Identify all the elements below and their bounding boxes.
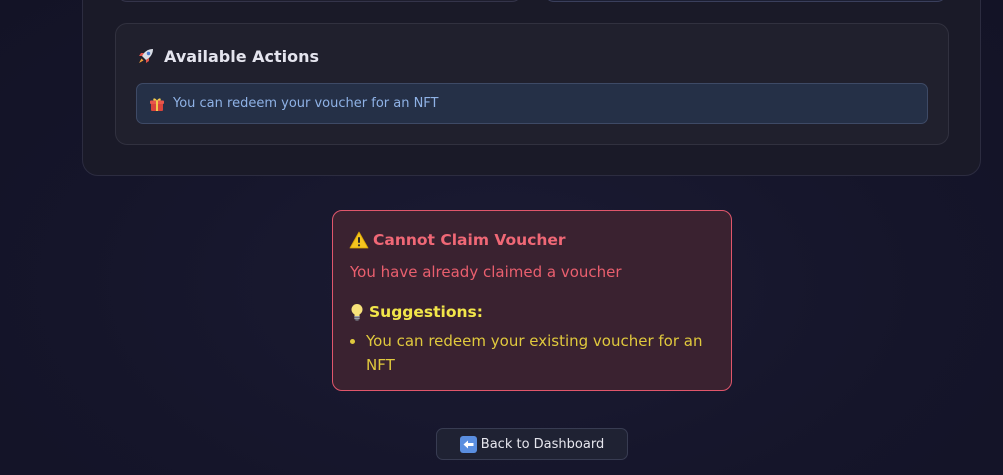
gift-icon	[149, 96, 165, 112]
action-item-label: You can redeem your voucher for an NFT	[173, 96, 439, 111]
suggestions-heading: Suggestions:	[350, 303, 483, 321]
action-item-redeem[interactable]: You can redeem your voucher for an NFT	[136, 83, 928, 124]
back-to-dashboard-button[interactable]: Back to Dashboard	[436, 428, 628, 460]
error-message: You have already claimed a voucher	[350, 263, 622, 281]
rocket-icon	[136, 46, 156, 66]
bullet-icon	[350, 339, 355, 344]
info-card-right	[544, 0, 947, 2]
warning-icon	[349, 231, 369, 249]
error-title: Cannot Claim Voucher	[373, 231, 566, 249]
suggestions-title: Suggestions:	[369, 303, 483, 321]
back-arrow-icon	[459, 435, 477, 453]
lightbulb-icon	[350, 303, 364, 321]
suggestion-item: You can redeem your existing voucher for…	[347, 329, 707, 377]
suggestions-list: You can redeem your existing voucher for…	[347, 329, 707, 377]
page: Available Actions You can redeem your vo…	[0, 0, 1003, 475]
back-button-label: Back to Dashboard	[480, 436, 605, 452]
error-alert: Cannot Claim Voucher You have already cl…	[332, 210, 732, 391]
available-actions-heading: Available Actions	[136, 46, 319, 66]
available-actions-title: Available Actions	[164, 46, 320, 66]
available-actions-card: Available Actions You can redeem your vo…	[115, 23, 949, 145]
suggestion-text: You can redeem your existing voucher for…	[366, 332, 703, 374]
error-heading: Cannot Claim Voucher	[349, 231, 566, 249]
info-card-left	[117, 0, 522, 2]
